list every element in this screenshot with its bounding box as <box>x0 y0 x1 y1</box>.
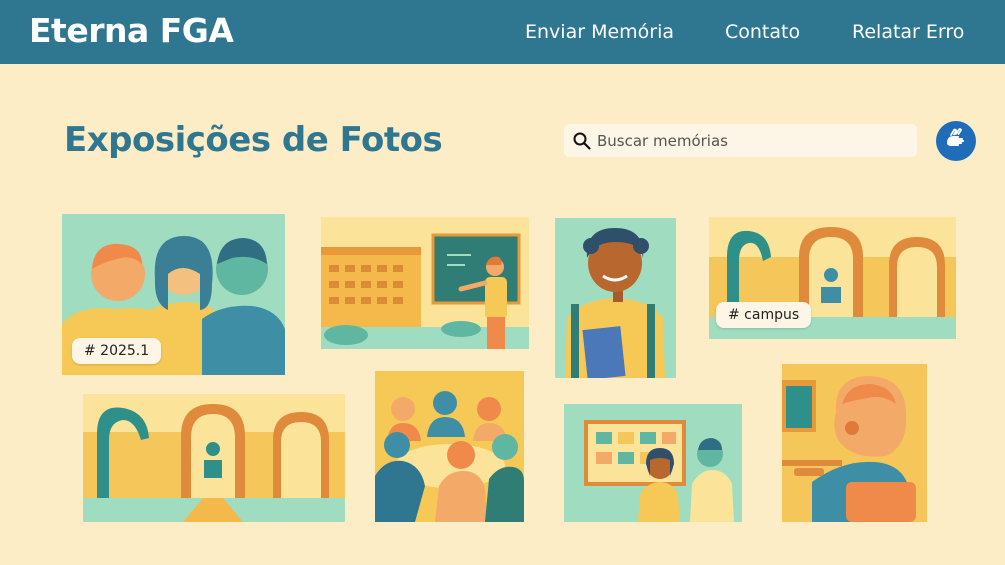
photo-group-meeting[interactable] <box>375 371 524 522</box>
photo-arches-campus[interactable]: # campus <box>709 217 956 339</box>
photo-classroom-building[interactable] <box>321 217 529 349</box>
site-logo[interactable]: Eterna FGA <box>29 11 234 50</box>
photo-arches-corridor-image <box>83 394 345 522</box>
sign-language-icon <box>947 128 965 146</box>
photo-student-book-image <box>555 218 676 378</box>
photo-reading-window-image <box>782 364 927 522</box>
photo-students[interactable]: # 2025.1 <box>62 214 285 375</box>
nav-report-error[interactable]: Relatar Erro <box>852 21 964 43</box>
page-title: Exposições de Fotos <box>64 120 443 160</box>
photo-reading-window[interactable] <box>782 364 927 522</box>
tag-campus[interactable]: # campus <box>716 302 812 328</box>
nav-contact[interactable]: Contato <box>725 21 800 43</box>
photo-arches-corridor[interactable] <box>83 394 345 522</box>
nav-send-memory[interactable]: Enviar Memória <box>525 21 674 43</box>
photo-group-meeting-image <box>375 371 524 522</box>
search-input[interactable] <box>597 131 907 150</box>
accessibility-button[interactable] <box>936 121 976 161</box>
top-bar: Eterna FGA Enviar Memória Contato Relata… <box>0 0 1005 64</box>
photo-student-book[interactable] <box>555 218 676 378</box>
tag-semester[interactable]: # 2025.1 <box>72 338 162 364</box>
search-bar[interactable] <box>564 124 917 157</box>
photo-classroom-building-image <box>321 217 529 349</box>
photo-notice-board[interactable] <box>564 404 742 522</box>
search-icon <box>573 132 591 150</box>
photo-notice-board-image <box>564 404 742 522</box>
